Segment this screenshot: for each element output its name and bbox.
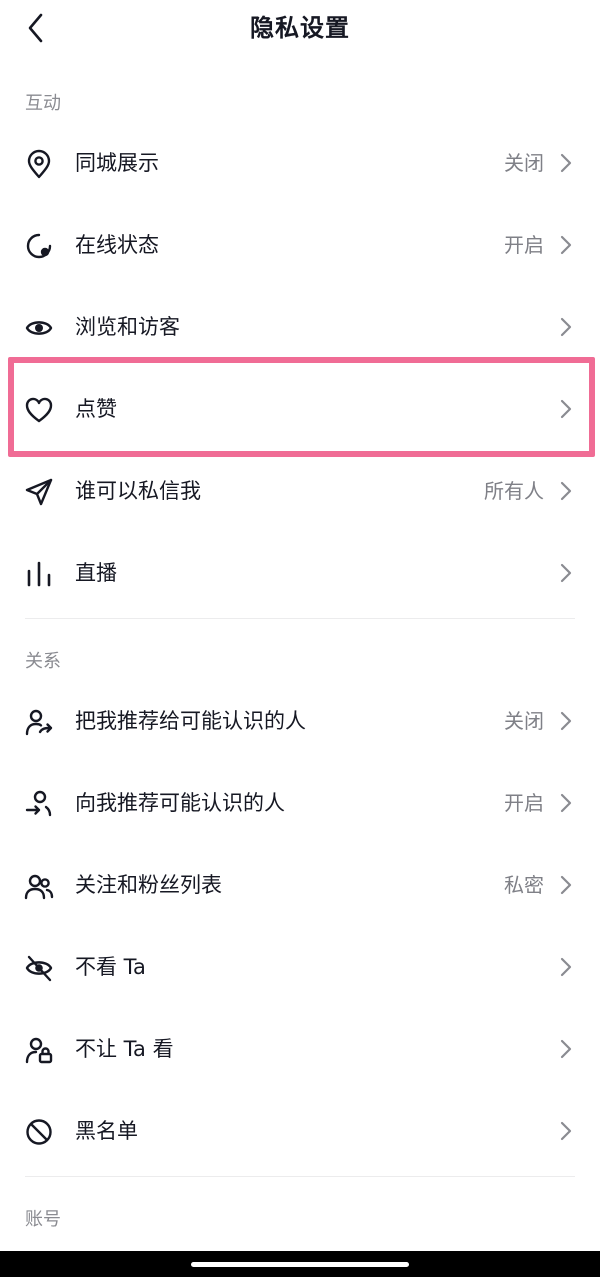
chevron-right-icon <box>558 874 574 896</box>
section-divider <box>25 618 575 619</box>
row-value: 关闭 <box>504 709 544 733</box>
chevron-right-icon <box>558 234 574 256</box>
chevron-right-icon <box>558 562 574 584</box>
row-label: 浏览和访客 <box>75 315 180 339</box>
eye-off-icon <box>24 953 54 983</box>
user-share-icon <box>24 707 54 737</box>
row-label: 不看 Ta <box>75 955 146 979</box>
section-header-relations: 关系 <box>25 651 61 672</box>
row-who-can-message[interactable]: 谁可以私信我 所有人 <box>0 450 600 532</box>
header-bar: 隐私设置 <box>0 0 600 58</box>
row-recommend-me-to-others[interactable]: 把我推荐给可能认识的人 关闭 <box>0 680 600 762</box>
chevron-right-icon <box>558 480 574 502</box>
row-follow-fans-list[interactable]: 关注和粉丝列表 私密 <box>0 844 600 926</box>
location-pin-icon <box>24 149 54 179</box>
bottom-bar <box>0 1251 600 1277</box>
row-label: 关注和粉丝列表 <box>75 873 222 897</box>
row-blacklist[interactable]: 黑名单 <box>0 1090 600 1172</box>
chevron-right-icon <box>558 1120 574 1142</box>
row-label: 同城展示 <box>75 151 159 175</box>
row-label: 把我推荐给可能认识的人 <box>75 709 306 733</box>
users-icon <box>24 871 54 901</box>
row-browse-visitors[interactable]: 浏览和访客 <box>0 286 600 368</box>
chevron-right-icon <box>558 316 574 338</box>
user-lock-icon <box>24 1035 54 1065</box>
row-label: 向我推荐可能认识的人 <box>75 791 285 815</box>
chevron-right-icon <box>558 956 574 978</box>
online-status-icon <box>24 231 54 261</box>
row-label: 不让 Ta 看 <box>75 1037 174 1061</box>
page-title: 隐私设置 <box>250 14 350 42</box>
row-value: 关闭 <box>504 151 544 175</box>
section-header-interaction: 互动 <box>25 93 61 114</box>
user-incoming-icon <box>24 789 54 819</box>
heart-icon <box>24 395 54 425</box>
chevron-right-icon <box>558 710 574 732</box>
chevron-right-icon <box>558 792 574 814</box>
row-value: 开启 <box>504 233 544 257</box>
section-header-account: 账号 <box>25 1209 61 1230</box>
row-likes[interactable]: 点赞 <box>0 368 600 450</box>
row-dont-see-them[interactable]: 不看 Ta <box>0 926 600 1008</box>
row-value: 所有人 <box>484 479 544 503</box>
row-label: 黑名单 <box>75 1119 138 1143</box>
row-value: 私密 <box>504 873 544 897</box>
row-live-stream[interactable]: 直播 <box>0 532 600 614</box>
row-city-display[interactable]: 同城展示 关闭 <box>0 122 600 204</box>
chevron-right-icon <box>558 398 574 420</box>
row-label: 直播 <box>75 561 117 585</box>
row-label: 点赞 <box>75 397 117 421</box>
chevron-right-icon <box>558 152 574 174</box>
row-dont-let-them-see[interactable]: 不让 Ta 看 <box>0 1008 600 1090</box>
row-label: 在线状态 <box>75 233 159 257</box>
section-divider <box>25 1176 575 1177</box>
row-value: 开启 <box>504 791 544 815</box>
paper-plane-icon <box>24 477 54 507</box>
row-label: 谁可以私信我 <box>75 479 201 503</box>
row-recommend-others-to-me[interactable]: 向我推荐可能认识的人 开启 <box>0 762 600 844</box>
block-icon <box>24 1117 54 1147</box>
chevron-right-icon <box>558 1038 574 1060</box>
home-indicator[interactable] <box>191 1262 409 1267</box>
live-bars-icon <box>24 559 54 589</box>
eye-icon <box>24 313 54 343</box>
row-online-status[interactable]: 在线状态 开启 <box>0 204 600 286</box>
